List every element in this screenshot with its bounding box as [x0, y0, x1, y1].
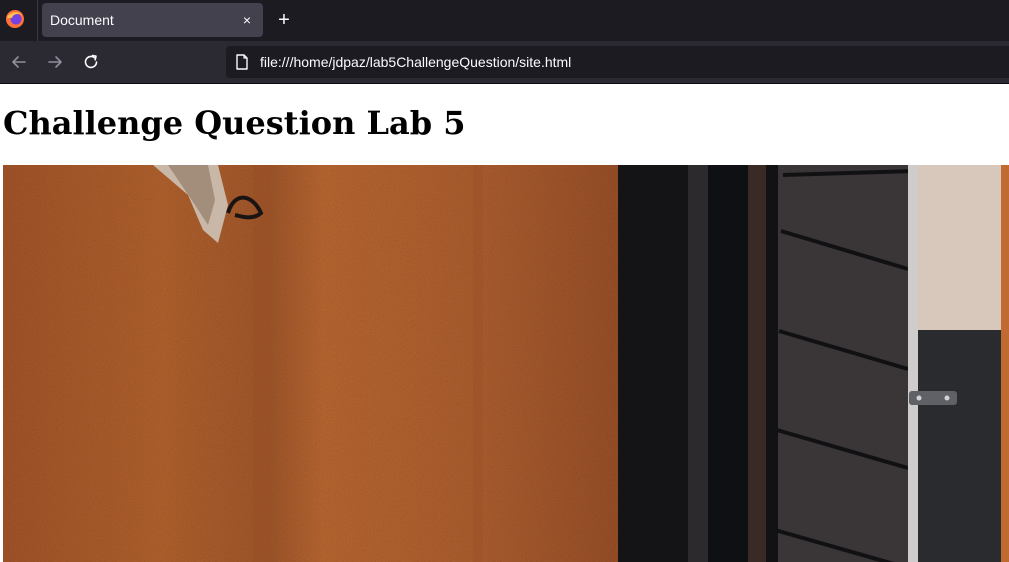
- page-heading: Challenge Question Lab 5: [3, 104, 466, 142]
- url-bar[interactable]: file:///home/jdpaz/lab5ChallengeQuestion…: [226, 46, 1009, 78]
- url-text[interactable]: file:///home/jdpaz/lab5ChallengeQuestion…: [260, 54, 571, 70]
- new-tab-button[interactable]: +: [274, 10, 294, 30]
- page-content: Challenge Question Lab 5: [0, 84, 1009, 562]
- tab-document[interactable]: Document ×: [42, 3, 263, 37]
- building-facade-image: [3, 165, 1009, 562]
- tab-bar: Document × +: [0, 0, 1009, 41]
- reload-icon[interactable]: [81, 52, 101, 72]
- navigation-bar: file:///home/jdpaz/lab5ChallengeQuestion…: [0, 41, 1009, 84]
- tab-separator: [37, 0, 38, 41]
- arrow-left-icon[interactable]: [9, 52, 29, 72]
- tab-title: Document: [50, 12, 114, 28]
- arrow-right-icon[interactable]: [45, 52, 65, 72]
- page-icon: [236, 54, 248, 70]
- firefox-logo-icon[interactable]: [5, 9, 25, 29]
- close-tab-icon[interactable]: ×: [237, 10, 257, 30]
